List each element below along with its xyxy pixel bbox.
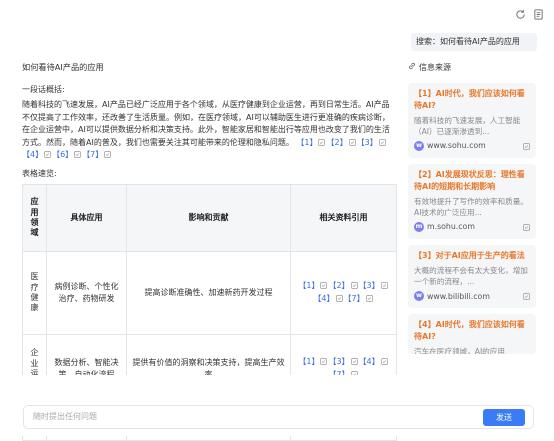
cell-refs: 【1】 【2】 【3】【4】 【7】 (290, 251, 397, 336)
table-header-impact: 影响和贡献 (126, 184, 291, 253)
cell-apps: 病例诊断、个性化治疗、药物研发 (46, 251, 127, 336)
citation-icon (320, 282, 328, 290)
source-card-list: 【1】AI时代，我们应该如何看待AI? 随着科技的飞速发展，人工智能（AI）已逐渐… (408, 82, 536, 354)
citation-link[interactable]: 【6】 (52, 150, 73, 159)
citation-icon (104, 151, 112, 158)
table-header-row: 应用领域 具体应用 影响和贡献 相关资料引用 (22, 184, 397, 253)
table-header-refs: 相关资料引用 (290, 184, 397, 253)
source-card-title[interactable]: 【3】对于AI应用于生产的看法 (414, 250, 530, 262)
source-site-name: www.bilibili.com (427, 291, 490, 301)
citation-icon (335, 295, 343, 302)
sources-heading: 信息来源 (419, 63, 451, 72)
citation-link[interactable]: 【3】 (357, 138, 378, 147)
search-query-pill: 搜索： 如何看待AI产品的应用 (411, 33, 537, 51)
table-heading: 表格速览: (22, 169, 57, 179)
input-placeholder: 随时提出任何问题 (33, 412, 97, 421)
site-badge-icon: m (414, 222, 424, 233)
cell-domain: 医疗健康 (22, 251, 47, 336)
citation-icon (350, 282, 358, 290)
citation-icon (348, 138, 356, 146)
search-query: 如何看待AI产品的应用 (440, 37, 520, 47)
citation-link[interactable]: 【1】 (296, 138, 317, 147)
citation-icon (350, 358, 358, 366)
source-site-name: www.sohu.com (427, 141, 486, 151)
external-link-icon[interactable] (523, 223, 530, 231)
search-label: 搜索： (416, 37, 440, 47)
citation-link[interactable]: 【7】 (82, 150, 103, 159)
citation-icon (378, 138, 386, 146)
citation-link[interactable]: 【4】 (22, 150, 43, 159)
link-icon (408, 62, 416, 74)
question-input[interactable]: 随时提出任何问题 发送 (23, 405, 534, 429)
citation-link[interactable]: 【2】 (328, 281, 349, 290)
table-header-domain: 应用领域 (22, 184, 47, 253)
source-card-summary: 大概的流程不会有太大变化，增加一个新的流程，... (414, 265, 528, 287)
table-row: 医疗健康 病例诊断、个性化治疗、药物研发 提高诊断准确性、加速新药开发过程 【1… (22, 251, 397, 336)
source-card-title[interactable]: 【1】AI时代，我们应该如何看待AI? (414, 88, 530, 112)
table-header-apps: 具体应用 (46, 184, 127, 253)
document-panel-icon[interactable] (533, 9, 544, 20)
source-card-title[interactable]: 【2】AI发展现状反思：理性看待AI的短期和长期影响 (414, 169, 530, 193)
citation-link[interactable]: 【1】 (298, 281, 319, 290)
citation-icon (318, 138, 326, 146)
site-badge-icon: w (414, 291, 424, 302)
source-card[interactable]: 【3】对于AI应用于生产的看法大概的流程不会有太大变化，增加一个新的流程，...… (408, 244, 536, 308)
source-site[interactable]: w www.bilibili.com (414, 291, 490, 302)
table-header-domain-text: 应用领域 (30, 197, 39, 238)
source-site[interactable]: w www.sohu.com (414, 140, 486, 152)
source-card-summary: 有效地提升了写作的效率和质量。AI技术的广泛应用... (414, 196, 528, 218)
citation-link[interactable]: 【1】 (298, 357, 319, 366)
send-button[interactable]: 发送 (483, 409, 525, 426)
source-site-name: m.sohu.com (427, 222, 475, 232)
source-card-summary: 随着科技的飞速发展，人工智能（AI）已逐渐渗透到... (414, 115, 521, 136)
citation-icon (74, 151, 82, 158)
sources-header: 信息来源 (408, 62, 536, 74)
question-title: 如何看待AI产品的应用 (22, 62, 104, 72)
citation-icon (320, 358, 328, 366)
cell-impact: 提高诊断准确性、加速新药开发过程 (126, 251, 291, 336)
citation-icon (380, 358, 388, 366)
citation-link[interactable]: 【4】 (359, 357, 380, 366)
source-site[interactable]: m m.sohu.com (414, 221, 475, 233)
site-badge-icon: w (414, 141, 424, 152)
source-card[interactable]: 【1】AI时代，我们应该如何看待AI? 随着科技的飞速发展，人工智能（AI）已逐渐… (408, 82, 536, 158)
citation-link[interactable]: 【3】 (328, 357, 349, 366)
top-toolbar (515, 9, 544, 20)
source-card-footer: m m.sohu.com (414, 221, 530, 233)
citation-link[interactable]: 【2】 (326, 138, 347, 147)
citation-link[interactable]: 【4】 (313, 294, 334, 303)
summary-heading: 一段话概括: (22, 84, 65, 94)
source-card[interactable]: 【2】AI发展现状反思：理性看待AI的短期和长期影响 有效地提升了写作的效率和质量… (408, 163, 536, 239)
source-card-footer: w www.sohu.com (414, 140, 530, 152)
domain-text: 医疗健康 (30, 272, 39, 313)
external-link-icon[interactable] (523, 292, 530, 300)
citation-link[interactable]: 【7】 (344, 294, 365, 303)
source-card-footer: w www.bilibili.com (414, 291, 530, 302)
refresh-icon[interactable] (515, 9, 526, 20)
summary-paragraph: 随着科技的飞速发展，AI产品已经广泛应用于各个领域，从医疗健康到企业运营，再到日… (22, 99, 394, 161)
source-card-title[interactable]: 【4】AI时代，我们应该如何看待AI? (414, 319, 530, 343)
external-link-icon[interactable] (523, 142, 530, 150)
citation-icon (365, 295, 373, 302)
source-card[interactable]: 【4】AI时代，我们应该如何看待AI? 汽车在医疗领域，AI的应用 (408, 313, 536, 354)
sources-panel: 信息来源 【1】AI时代，我们应该如何看待AI? 随着科技的飞速发展，人工智能（A… (408, 62, 536, 360)
source-card-summary: 汽车在医疗领域，AI的应用 (414, 346, 505, 354)
citation-icon (380, 282, 388, 290)
citation-icon (44, 151, 51, 158)
citation-link[interactable]: 【3】 (359, 281, 380, 290)
